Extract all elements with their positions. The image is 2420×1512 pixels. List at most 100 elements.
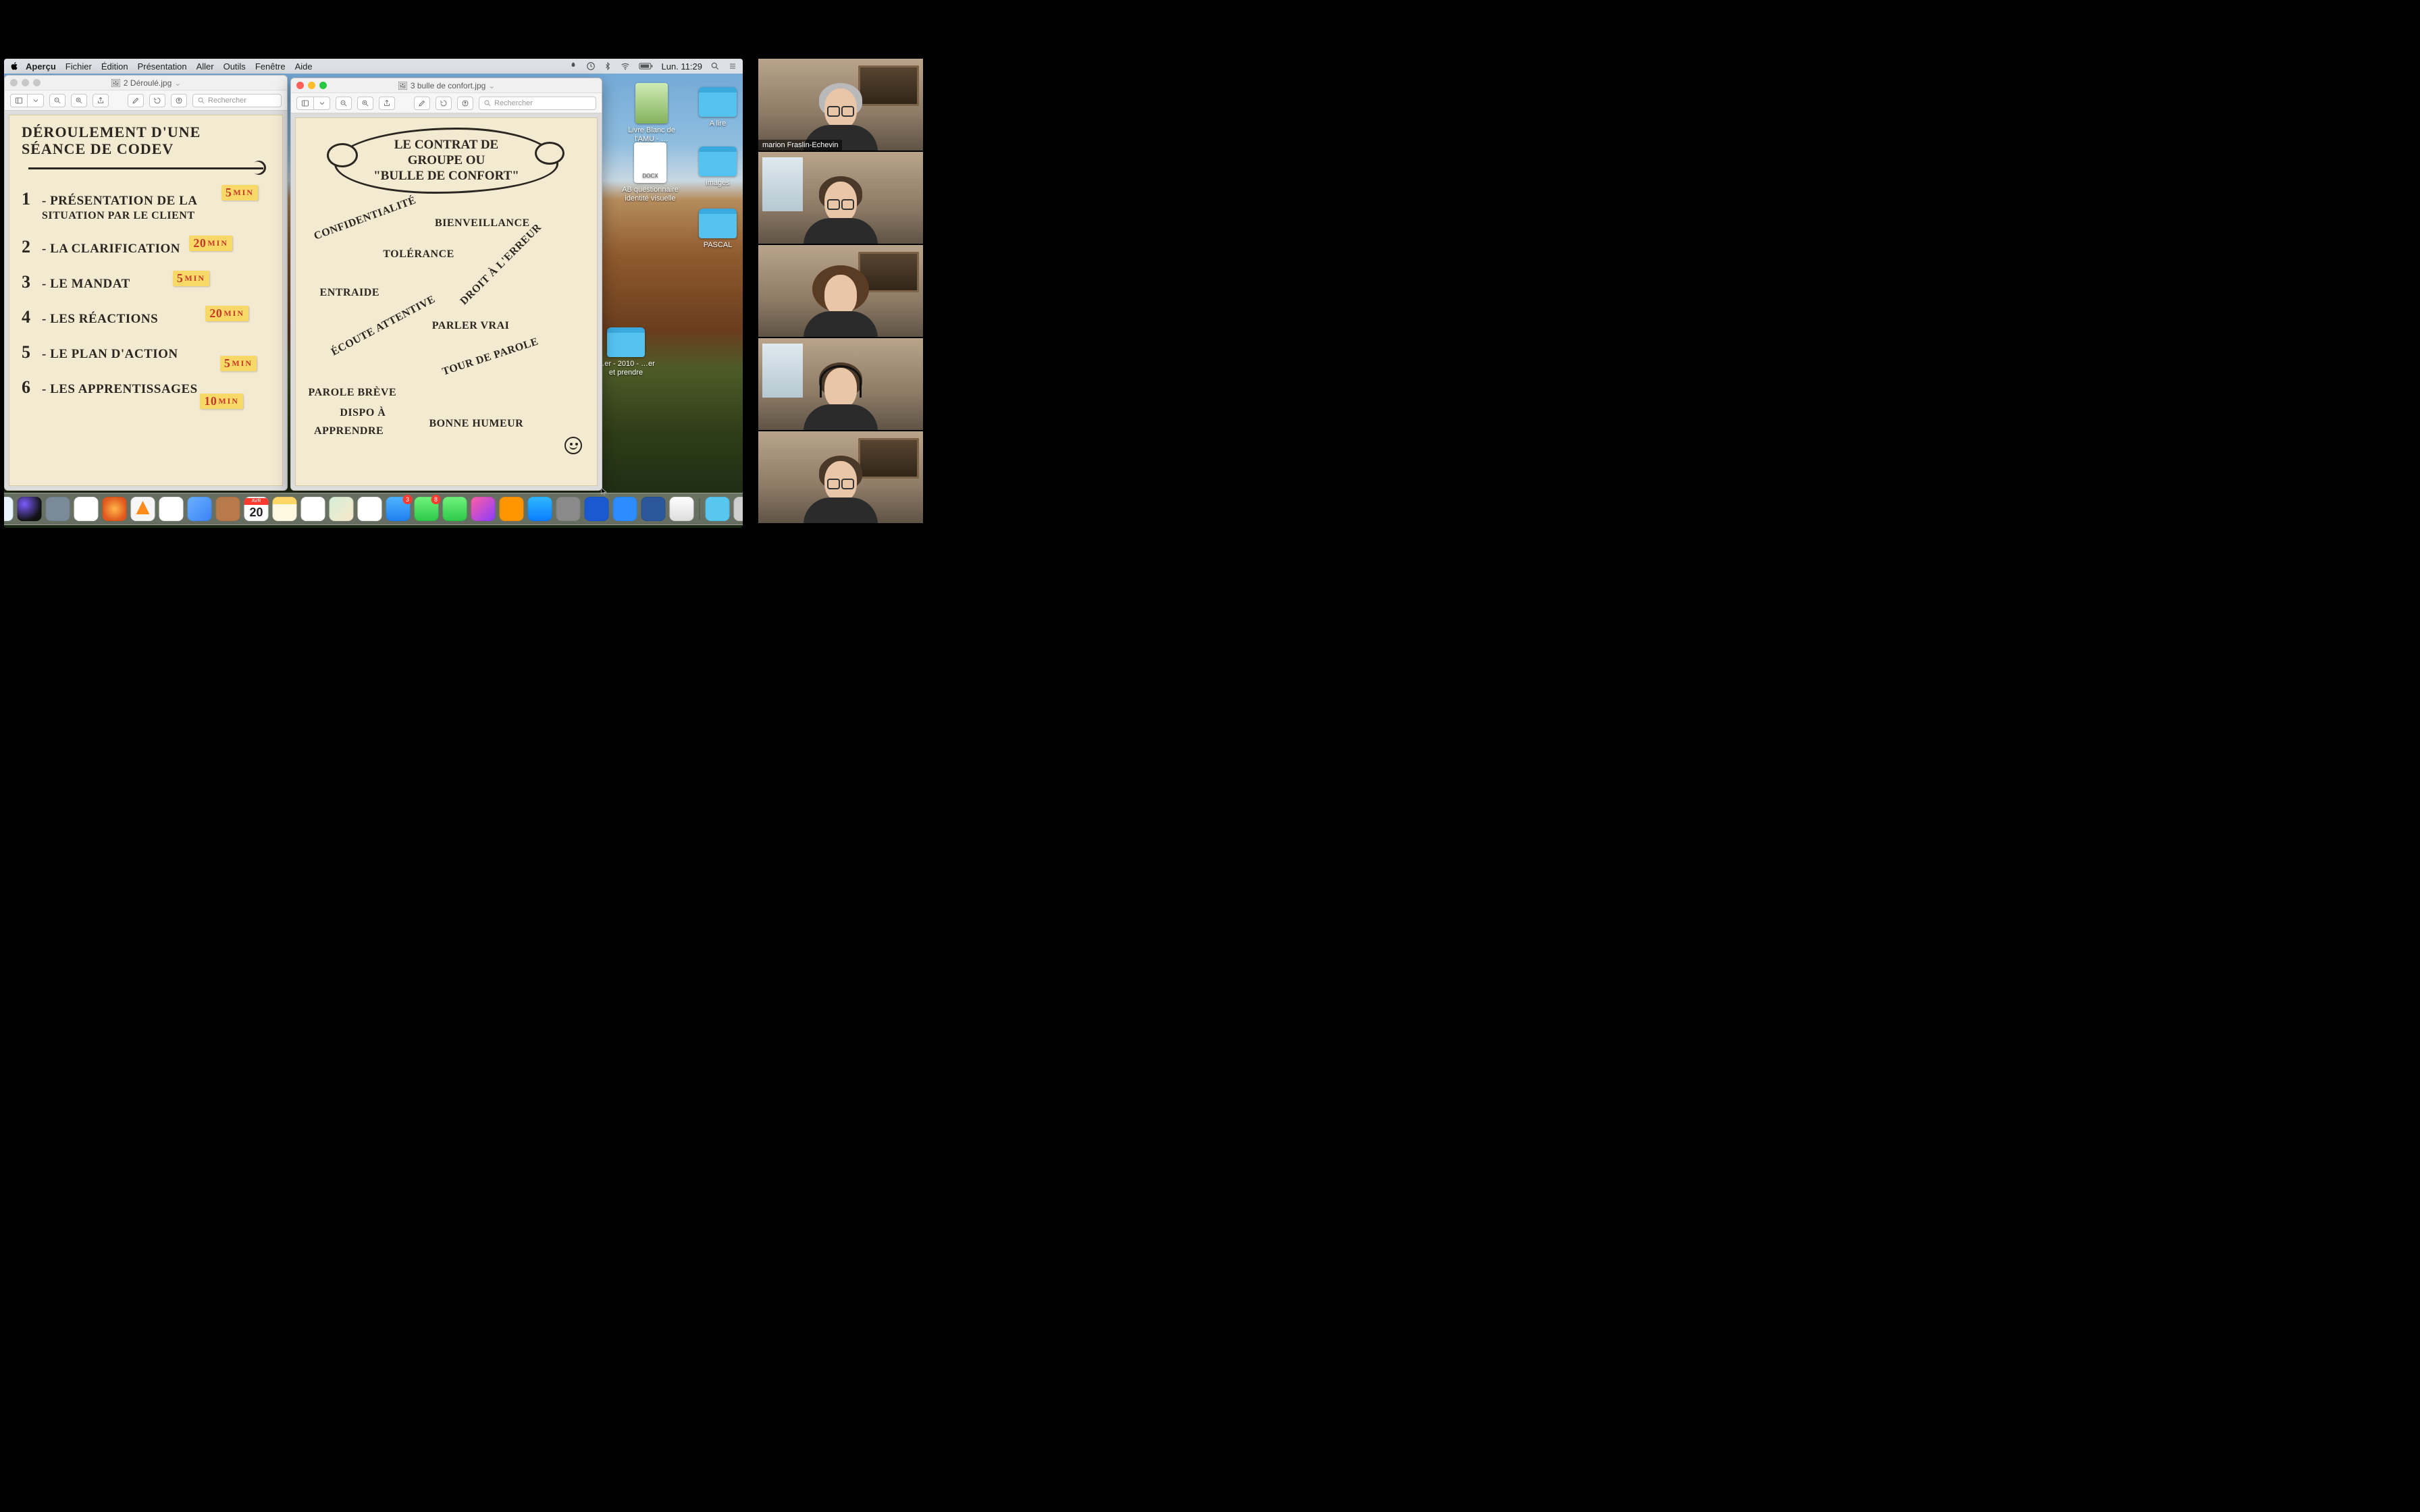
dock-siri[interactable] [18,497,42,521]
menu-outils[interactable]: Outils [223,61,246,72]
battery-icon[interactable] [639,62,654,70]
dock-malwarebytes[interactable] [585,497,609,521]
dock-downloads[interactable] [706,497,730,521]
dock-finder[interactable] [4,497,14,521]
sticky-note: 5 MIN [173,271,209,286]
zoom-button[interactable] [33,79,41,86]
macos-menubar[interactable]: Aperçu Fichier Édition Présentation Alle… [4,59,743,74]
participant-tile[interactable]: marion Fraslin-Echevin [758,59,923,151]
dock-reminders[interactable] [301,497,325,521]
search-input[interactable]: Rechercher [479,97,596,110]
person-avatar [800,356,881,430]
dock-sysprefs[interactable] [556,497,581,521]
title-chevron-icon[interactable]: ⌄ [488,81,495,90]
dock-trash[interactable] [734,497,743,521]
markup-button[interactable] [414,97,430,110]
markup-button[interactable] [128,94,144,107]
participant-tile[interactable] [758,245,923,337]
rotate-button[interactable] [436,97,452,110]
dock-firefox[interactable] [103,497,127,521]
menu-fenetre[interactable]: Fenêtre [255,61,286,72]
preview-window-deroule[interactable]: 🖼2 Déroulé.jpg⌄ Rechercher DÉROULEMENT D… [4,75,288,491]
poster-divider [22,162,270,174]
annotate-button[interactable] [171,94,187,107]
sticky-note: 10 MIN [200,394,243,409]
step-number: 5 [22,342,34,362]
menu-aide[interactable]: Aide [295,61,313,72]
zoom-out-button[interactable] [336,97,352,110]
menu-presentation[interactable]: Présentation [138,61,187,72]
desktop-item[interactable]: A lire [687,87,743,128]
rotate-button[interactable] [149,94,165,107]
close-button[interactable] [10,79,18,86]
step-number: 6 [22,377,34,398]
shared-desktop: Aperçu Fichier Édition Présentation Alle… [4,59,743,528]
minimize-button[interactable] [308,82,315,89]
menu-edition[interactable]: Édition [101,61,128,72]
step-text: - LA CLARIFICATION [42,242,180,256]
zoom-in-button[interactable] [357,97,373,110]
dock-zoom[interactable] [613,497,637,521]
dock-appstore[interactable] [528,497,552,521]
malwarebytes-menubar-icon[interactable] [569,61,578,71]
annotate-button[interactable] [457,97,473,110]
bluetooth-icon[interactable] [604,61,612,71]
spotlight-icon[interactable] [710,61,720,71]
sidebar-toggle-button[interactable] [10,94,44,107]
participant-name: marion Fraslin-Echevin [758,140,842,151]
desktop-item[interactable]: AB questionnaire identité visuelle [620,142,681,203]
dock-messages[interactable]: 8 [415,497,439,521]
dock-maps[interactable] [330,497,354,521]
menubar-clock[interactable]: Lun. 11:29 [662,61,702,72]
dock-contacts[interactable] [216,497,240,521]
wordcloud-word: PARLER VRAI [432,320,510,332]
dock-preview[interactable] [188,497,212,521]
dock-photos[interactable] [358,497,382,521]
window-titlebar[interactable]: 🖼2 Déroulé.jpg⌄ [5,76,287,90]
desktop-item[interactable]: images [687,146,743,188]
minimize-button[interactable] [22,79,29,86]
share-button[interactable] [379,97,395,110]
active-app-name[interactable]: Aperçu [26,61,56,72]
participant-tile[interactable] [758,152,923,244]
sidebar-toggle-button[interactable] [296,97,330,110]
dock-launchpad[interactable] [46,497,70,521]
dock-safari[interactable] [74,497,99,521]
macos-dock[interactable]: AVR20 38 [4,493,743,525]
dock-facetime[interactable] [443,497,467,521]
notification-center-icon[interactable] [728,62,737,70]
desktop-item[interactable]: PASCAL [687,209,743,250]
dock-cal[interactable]: AVR20 [244,497,269,521]
participant-tile[interactable] [758,338,923,430]
preview-window-bulle[interactable]: 🖼3 bulle de confort.jpg⌄ Rechercher LE C… [290,78,602,491]
zoom-in-button[interactable] [71,94,87,107]
preview-content[interactable]: DÉROULEMENT D'UNE SÉANCE DE CODEV 1- PRÉ… [5,111,287,490]
wifi-icon[interactable] [620,61,631,71]
wordcloud-word: APPRENDRE [314,425,384,437]
close-button[interactable] [296,82,304,89]
dock-imagecapture[interactable] [670,497,694,521]
menu-aller[interactable]: Aller [196,61,214,72]
desktop-item[interactable]: …er - 2010 - …er et prendre [596,327,656,377]
zoom-out-button[interactable] [49,94,65,107]
person-avatar [800,169,881,244]
dock-mail[interactable]: 3 [386,497,411,521]
dock-itunes[interactable] [471,497,496,521]
apple-menu-icon[interactable] [9,61,19,71]
participant-tile[interactable] [758,431,923,523]
menu-fichier[interactable]: Fichier [65,61,92,72]
window-titlebar[interactable]: 🖼3 bulle de confort.jpg⌄ [291,78,602,93]
zoom-button[interactable] [319,82,327,89]
wordcloud-word: ÉCOUTE ATTENTIVE [330,294,438,359]
preview-content[interactable]: LE CONTRAT DE GROUPE OU "BULLE DE CONFOR… [291,113,602,490]
window-title: 2 Déroulé.jpg [124,78,172,88]
dock-vlc[interactable] [131,497,155,521]
title-chevron-icon[interactable]: ⌄ [174,78,181,88]
dock-pages[interactable] [159,497,184,521]
dock-word[interactable] [641,497,666,521]
search-input[interactable]: Rechercher [192,94,282,107]
share-button[interactable] [93,94,109,107]
timemachine-icon[interactable] [586,61,596,71]
dock-notes[interactable] [273,497,297,521]
dock-books[interactable] [500,497,524,521]
